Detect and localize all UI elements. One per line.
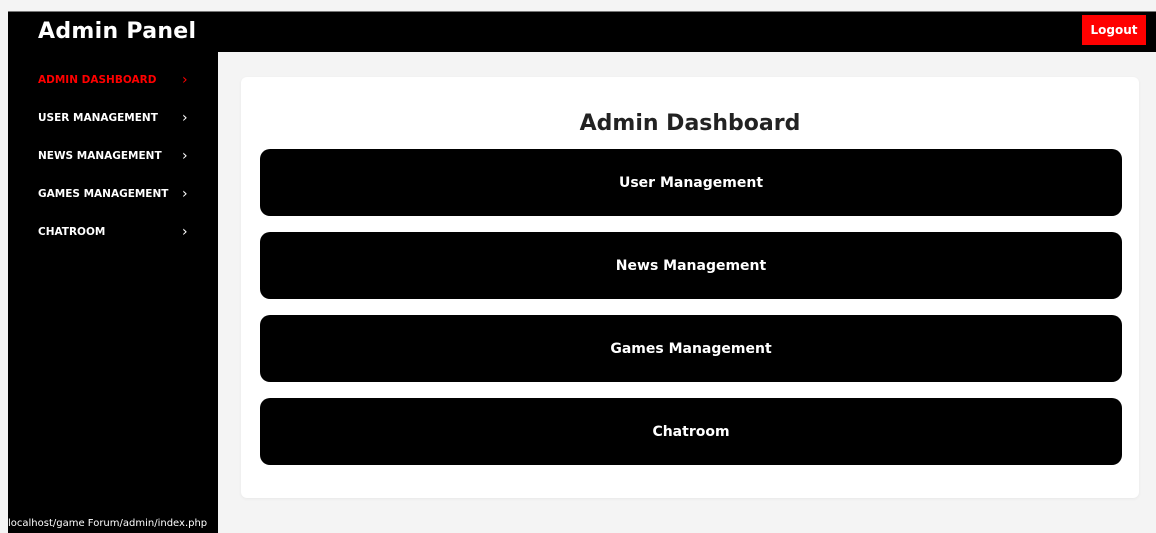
logout-button[interactable]: Logout <box>1082 15 1146 45</box>
sidebar-item-chatroom[interactable]: CHATROOM › <box>8 219 218 245</box>
sidebar-item-user-management[interactable]: USER MANAGEMENT › <box>8 105 218 131</box>
sidebar-item-news-management[interactable]: NEWS MANAGEMENT › <box>8 143 218 169</box>
dashboard-card: Admin Dashboard User Management News Man… <box>241 77 1139 498</box>
user-management-button[interactable]: User Management <box>260 149 1122 216</box>
top-header: Admin Panel Logout <box>8 11 1156 52</box>
chevron-right-icon: › <box>182 224 188 240</box>
games-management-button[interactable]: Games Management <box>260 315 1122 382</box>
chevron-right-icon: › <box>182 72 188 88</box>
chevron-right-icon: › <box>182 148 188 164</box>
app-title: Admin Panel <box>38 19 197 44</box>
chatroom-button[interactable]: Chatroom <box>260 398 1122 465</box>
status-bar-url: localhost/game Forum/admin/index.php <box>8 515 218 533</box>
sidebar-item-games-management[interactable]: GAMES MANAGEMENT › <box>8 181 218 207</box>
sidebar-item-label: NEWS MANAGEMENT <box>38 150 162 162</box>
news-management-button[interactable]: News Management <box>260 232 1122 299</box>
sidebar-item-label: USER MANAGEMENT <box>38 112 158 124</box>
sidebar-item-label: ADMIN DASHBOARD <box>38 74 157 86</box>
sidebar-item-admin-dashboard[interactable]: ADMIN DASHBOARD › <box>8 67 218 93</box>
top-strip <box>0 0 1156 11</box>
sidebar-item-label: GAMES MANAGEMENT <box>38 188 169 200</box>
chevron-right-icon: › <box>182 110 188 126</box>
chevron-right-icon: › <box>182 186 188 202</box>
sidebar-item-label: CHATROOM <box>38 226 106 238</box>
sidebar: ADMIN DASHBOARD › USER MANAGEMENT › NEWS… <box>8 52 218 533</box>
page-title: Admin Dashboard <box>579 111 801 136</box>
